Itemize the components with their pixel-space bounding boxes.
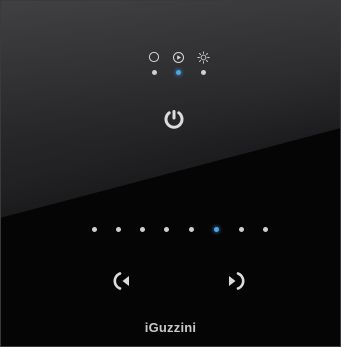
power-button[interactable] (160, 105, 188, 133)
level-dot[interactable] (164, 227, 169, 232)
power-icon (164, 110, 184, 129)
level-dot[interactable] (140, 227, 145, 232)
level-dot[interactable] (189, 227, 194, 232)
level-dot-active[interactable] (214, 227, 219, 232)
level-dot[interactable] (116, 227, 121, 232)
level-dot[interactable] (239, 227, 244, 232)
next-button[interactable] (221, 268, 247, 294)
chevron-left-icon (113, 272, 129, 290)
mode-indicator-dot (152, 70, 157, 75)
level-dot[interactable] (92, 227, 97, 232)
play-circle-icon[interactable] (171, 50, 185, 64)
mode-indicator-dot-active (176, 70, 181, 75)
level-dot[interactable] (263, 227, 268, 232)
ring-icon[interactable] (147, 50, 161, 64)
mode-indicator-dot (201, 70, 206, 75)
chevron-right-icon (229, 272, 245, 290)
sun-icon[interactable] (196, 50, 210, 64)
brand-logo: iGuzzini (144, 320, 197, 335)
control-panel: iGuzzini (0, 0, 341, 347)
previous-button[interactable] (111, 268, 137, 294)
